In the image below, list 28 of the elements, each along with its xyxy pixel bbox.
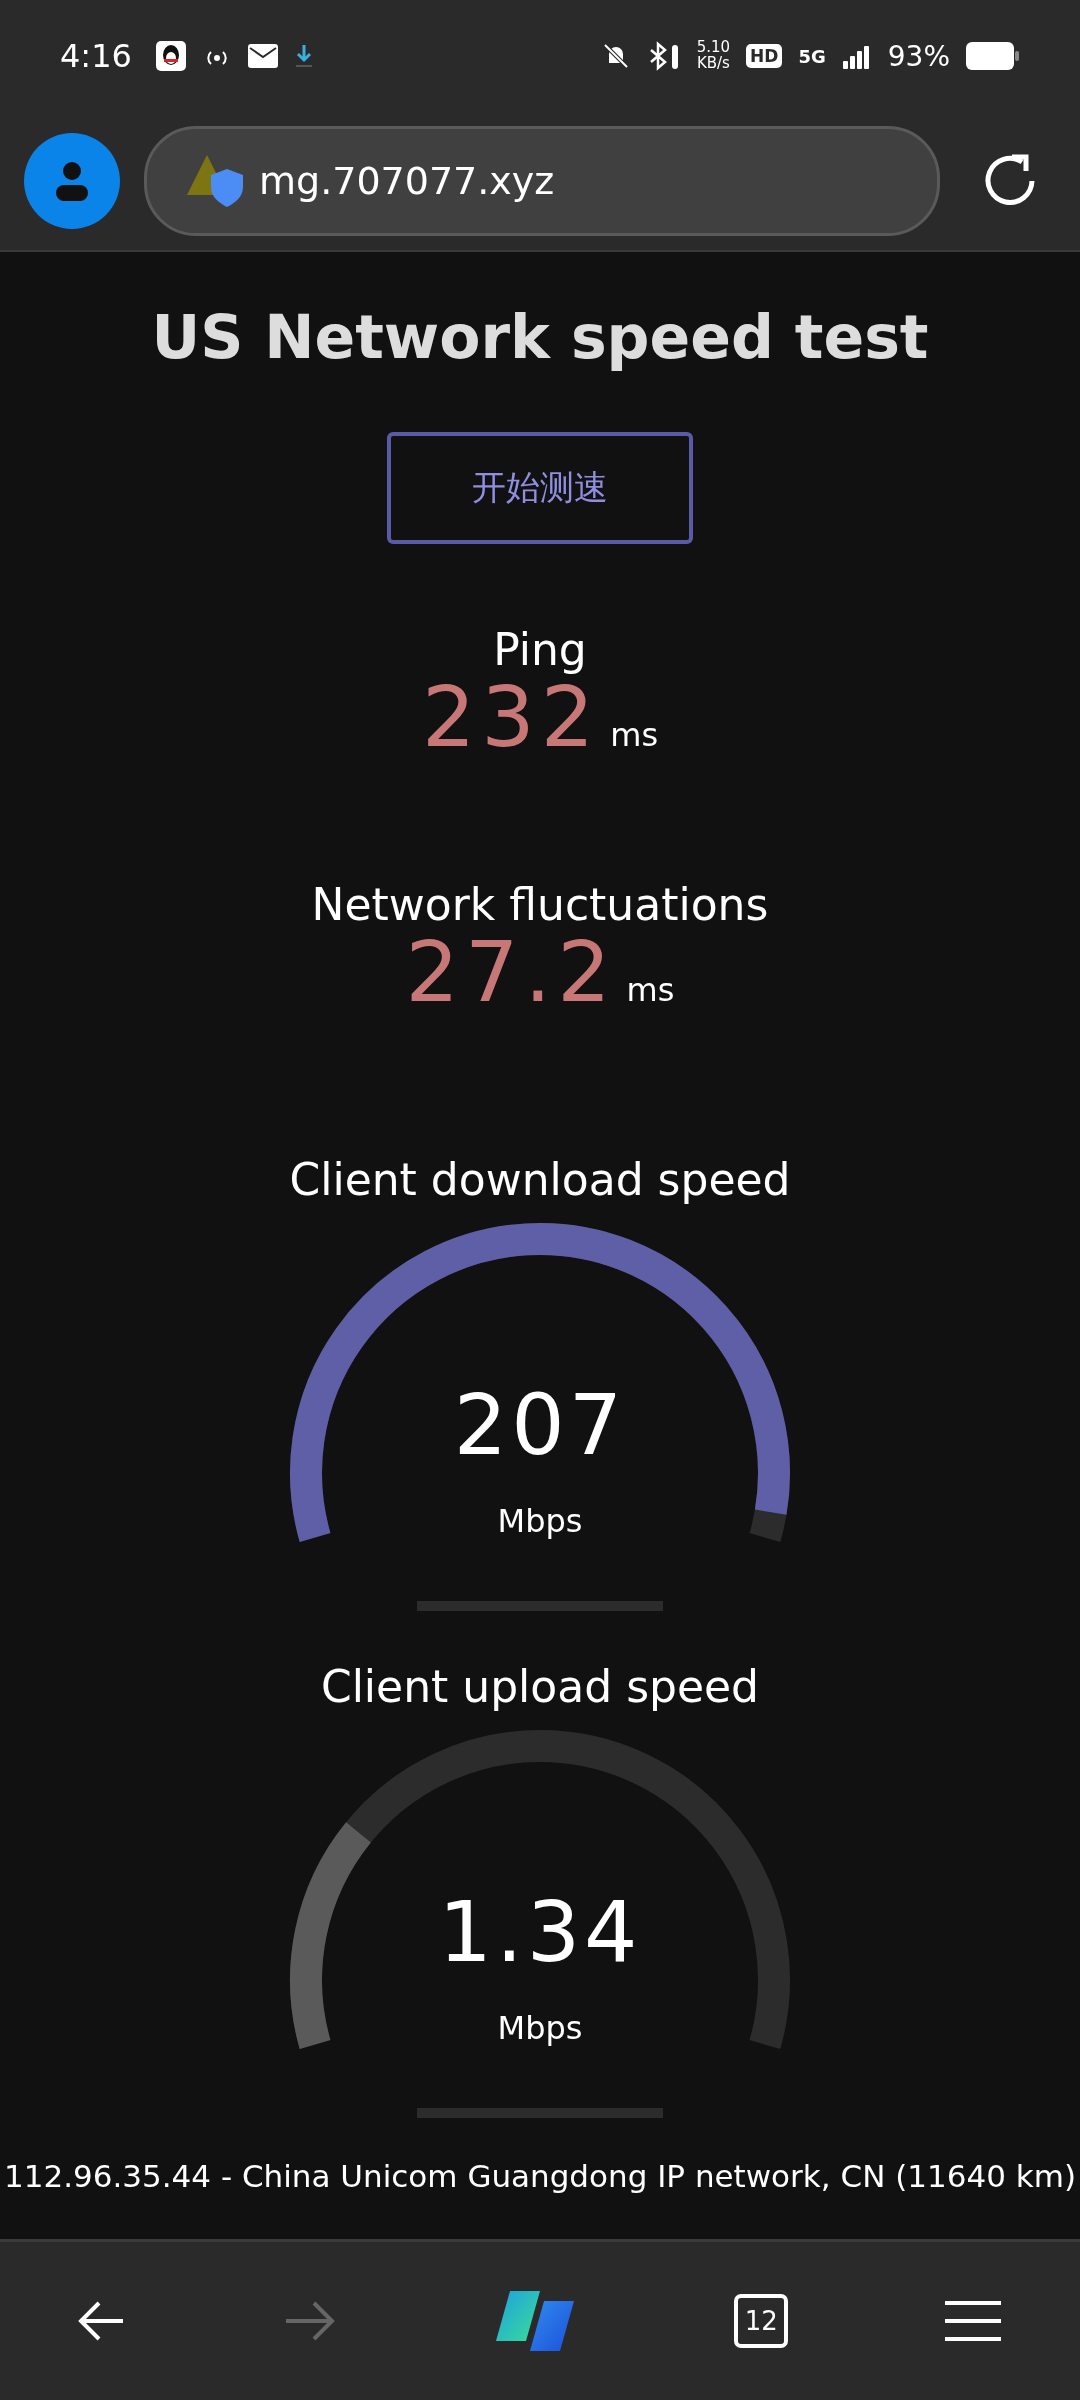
- network-type: 5G: [798, 45, 826, 67]
- battery-icon: [966, 42, 1020, 70]
- metric-unit: ms: [626, 971, 675, 1009]
- speed-value: 1.34: [438, 1883, 642, 1981]
- address-field[interactable]: mg.707077.xyz: [144, 126, 940, 236]
- menu-icon[interactable]: [942, 2299, 1003, 2343]
- penguin-icon: [155, 41, 186, 71]
- speed-unit: Mbps: [497, 2009, 583, 2047]
- speed-unit: Mbps: [497, 1502, 583, 1540]
- page-title: US Network speed test: [151, 302, 929, 372]
- metric-value: 232: [421, 675, 601, 759]
- tabs-button[interactable]: 12: [734, 2294, 789, 2348]
- hd-badge: HD: [746, 44, 783, 68]
- gauge-label: Client download speed: [289, 1154, 791, 1205]
- mail-icon: [247, 44, 278, 68]
- signal-icon: [841, 43, 872, 69]
- download-icon: [293, 43, 314, 69]
- network-speed: 5.10 KB/s: [696, 40, 731, 72]
- metric-unit: ms: [610, 716, 659, 754]
- metric-label: Ping: [493, 624, 587, 675]
- gauge-label: Client upload speed: [320, 1661, 760, 1712]
- speed-value: 207: [453, 1376, 627, 1474]
- clock: 4:16: [60, 37, 132, 75]
- metric-value: 27.2: [405, 930, 617, 1014]
- battery-level: 93%: [887, 39, 950, 73]
- start-test-button[interactable]: 开始测速: [387, 432, 693, 544]
- metric-label: Network fluctuations: [311, 879, 769, 930]
- ip-info: 112.96.35.44 - China Unicom Guangdong IP network, CN (11640 km): [4, 2158, 1076, 2194]
